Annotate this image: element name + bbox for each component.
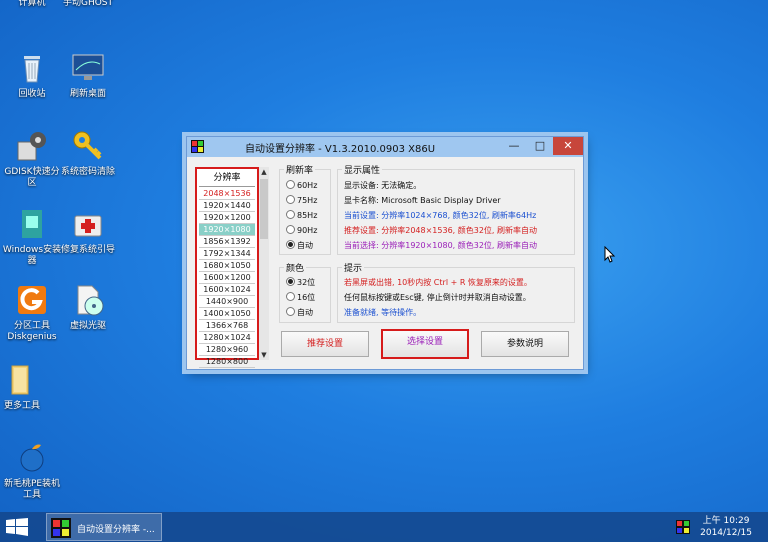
status-text: 准备就绪, 等待操作。 — [344, 308, 422, 317]
radio-75hz[interactable]: 75Hz — [286, 195, 317, 207]
scroll-up-icon[interactable]: ▲ — [259, 167, 269, 177]
diskgenius-icon — [18, 286, 46, 314]
list-item[interactable]: 1600×1024 — [199, 284, 255, 296]
hint-text: 若黑屏或出错, 10秒内按 Ctrl + R 恢复原来的设置。 — [344, 278, 532, 287]
monitor-icon — [72, 54, 104, 80]
resolution-header: 分辨率 — [199, 170, 255, 187]
desktop-icon-gdisk[interactable]: GDISK快速分区 — [0, 128, 64, 189]
icon-label: 回收站 — [18, 89, 46, 99]
window-title: 自动设置分辨率 - V1.3.2010.0903 X86U — [244, 144, 436, 155]
scroll-thumb[interactable] — [260, 179, 268, 239]
radio-90hz[interactable]: 90Hz — [286, 225, 317, 237]
current-selection-text: 当前选择: 分辨率1920×1080, 颜色32位, 刷新率自动 — [344, 241, 538, 250]
list-item[interactable]: 1440×900 — [199, 296, 255, 308]
radio-16bit[interactable]: 16位 — [286, 292, 315, 304]
icon-label: 修复系统引导 — [60, 245, 115, 255]
group-title: 刷新率 — [284, 163, 316, 176]
radio-60hz[interactable]: 60Hz — [286, 180, 317, 192]
taskbar-item-resolution[interactable]: 自动设置分辨率 -... — [46, 513, 162, 541]
recommended-setting-text: 推荐设置: 分辨率2048×1536, 颜色32位, 刷新率自动 — [344, 226, 538, 235]
key-icon — [73, 131, 102, 160]
icon-label: GDISK快速分区 — [4, 167, 60, 188]
hint-group: 提示 若黑屏或出错, 10秒内按 Ctrl + R 恢复原来的设置。 任何鼠标按… — [337, 261, 575, 323]
desktop-icon-ghost[interactable]: 手动GHOST — [56, 0, 120, 9]
resolution-dialog: 自动设置分辨率 - V1.3.2010.0903 X86U — □ ✕ 分辨率 … — [186, 136, 584, 370]
close-button[interactable]: ✕ — [553, 137, 583, 155]
maximize-button[interactable]: □ — [527, 137, 553, 155]
list-scrollbar[interactable]: ▲ ▼ — [259, 167, 269, 360]
recycle-bin-icon — [24, 56, 40, 83]
tray-display-icon[interactable] — [676, 520, 690, 534]
icon-label: 分区工具Diskgenius — [7, 321, 57, 342]
hint-text: 任何鼠标按键或Esc键, 停止倒计时并取消自动设置。 — [344, 293, 531, 302]
list-item[interactable]: 1600×1200 — [199, 272, 255, 284]
gear-icon — [17, 132, 46, 161]
color-depth-group: 颜色 32位 16位 自动 — [279, 261, 331, 323]
list-item[interactable]: 1792×1344 — [199, 248, 255, 260]
icon-label: Windows安装器 — [2, 245, 62, 266]
desktop-icon-more-tools[interactable]: 更多工具 — [0, 362, 54, 412]
desktop-icon-windows-installer[interactable]: Windows安装器 — [0, 206, 64, 267]
disc-icon — [77, 285, 104, 316]
display-properties-group: 显示属性 显示设备: 无法确定。 显卡名称: Microsoft Basic D… — [337, 163, 575, 255]
icon-label: 虚拟光驱 — [69, 321, 106, 331]
apply-selection-button[interactable]: 选择设置 — [381, 329, 469, 359]
taskbar-item-label: 自动设置分辨率 -... — [77, 525, 155, 535]
desktop-icon-repair-boot[interactable]: 修复系统引导 — [56, 206, 120, 256]
peach-icon — [20, 444, 44, 472]
list-item-selected[interactable]: 1920×1080 — [199, 224, 255, 236]
icon-label: 新毛桃PE装机工具 — [3, 479, 61, 500]
radio-refresh-auto[interactable]: 自动 — [286, 240, 313, 252]
list-item[interactable]: 1280×800 — [199, 356, 255, 368]
gpu-name-text: 显卡名称: Microsoft Basic Display Driver — [344, 196, 501, 205]
list-item[interactable]: 1920×1440 — [199, 200, 255, 212]
desktop-icon-password[interactable]: 系统密码清除 — [56, 128, 120, 178]
list-item[interactable]: 1680×1050 — [199, 260, 255, 272]
radio-85hz[interactable]: 85Hz — [286, 210, 317, 222]
desktop-icon-pe-installer[interactable]: 新毛桃PE装机工具 — [0, 440, 64, 501]
group-title: 显示属性 — [342, 163, 383, 176]
desktop-icon-refresh[interactable]: 刷新桌面 — [56, 50, 120, 100]
radio-32bit[interactable]: 32位 — [286, 277, 315, 289]
list-item[interactable]: 1280×1024 — [199, 332, 255, 344]
title-bar[interactable]: 自动设置分辨率 - V1.3.2010.0903 X86U — □ ✕ — [187, 137, 583, 157]
recommend-settings-button[interactable]: 推荐设置 — [281, 331, 369, 357]
icon-label: 系统密码清除 — [60, 167, 115, 177]
system-clock[interactable]: 上午 10:29 2014/12/15 — [700, 515, 752, 539]
clock-time: 上午 10:29 — [702, 516, 750, 526]
installer-icon — [22, 210, 42, 238]
radio-color-auto[interactable]: 自动 — [286, 307, 313, 319]
current-setting-text: 当前设置: 分辨率1024×768, 颜色32位, 刷新率64Hz — [344, 211, 537, 220]
list-item[interactable]: 1400×1050 — [199, 308, 255, 320]
windows-start-icon[interactable] — [6, 518, 28, 536]
desktop-icon-computer[interactable]: 计算机 — [0, 0, 64, 9]
desktop-icon-recycle-bin[interactable]: 回收站 — [0, 50, 64, 100]
clock-date: 2014/12/15 — [700, 528, 752, 538]
group-title: 提示 — [342, 261, 365, 274]
desktop-icon-diskgenius[interactable]: 分区工具Diskgenius — [0, 282, 64, 343]
list-item[interactable]: 1856×1392 — [199, 236, 255, 248]
icon-label: 刷新桌面 — [69, 89, 106, 99]
display-device-text: 显示设备: 无法确定。 — [344, 181, 422, 190]
icon-label: 手动GHOST — [62, 0, 114, 8]
taskbar: 自动设置分辨率 -... 上午 10:29 2014/12/15 — [0, 512, 768, 542]
icon-label: 更多工具 — [3, 401, 40, 411]
first-aid-icon — [74, 215, 102, 237]
list-item[interactable]: 1366×768 — [199, 320, 255, 332]
refresh-rate-group: 刷新率 60Hz 75Hz 85Hz 90Hz 自动 — [279, 163, 331, 255]
list-item[interactable]: 1280×960 — [199, 344, 255, 356]
folder-icon — [11, 365, 29, 395]
resolution-list[interactable]: 分辨率 2048×1536 1920×1440 1920×1200 1920×1… — [195, 167, 259, 368]
list-item[interactable]: 2048×1536 — [199, 188, 255, 200]
icon-label: 计算机 — [18, 0, 46, 8]
minimize-button[interactable]: — — [501, 137, 527, 155]
desktop-icon-virtual-drive[interactable]: 虚拟光驱 — [56, 282, 120, 332]
app-icon — [51, 518, 71, 538]
scroll-down-icon[interactable]: ▼ — [259, 350, 269, 360]
list-item[interactable]: 1920×1200 — [199, 212, 255, 224]
group-title: 颜色 — [284, 261, 307, 274]
cursor-icon — [604, 246, 616, 263]
parameter-help-button[interactable]: 参数说明 — [481, 331, 569, 357]
